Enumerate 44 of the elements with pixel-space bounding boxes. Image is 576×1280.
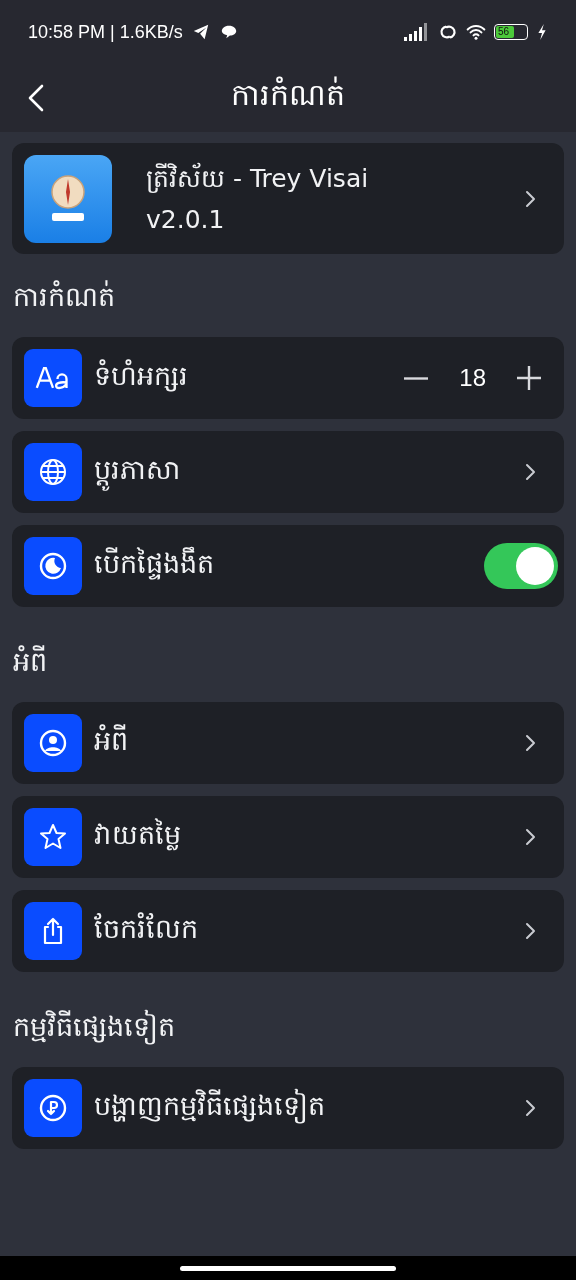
link-loop-icon (438, 23, 458, 41)
plus-icon (516, 365, 542, 391)
row-label: បង្ហាញកម្មវិធីផ្សេងទៀត (94, 1088, 512, 1128)
status-time: 10:58 PM | 1.6KB/s (28, 21, 183, 43)
row-label: ទំហំអក្សរ (94, 358, 189, 394)
chevron-right-icon (524, 921, 536, 941)
settings-row[interactable]: បង្ហាញកម្មវិធីផ្សេងទៀត (12, 1067, 564, 1149)
font-size-value: 18 (459, 364, 486, 392)
row-label: ប្តូរភាសា (94, 452, 512, 492)
share-icon (24, 902, 82, 960)
row-label: បើកផ្ទៃងងឹត (94, 546, 215, 582)
signal-icon (404, 23, 430, 41)
circle-download-icon (24, 1079, 82, 1137)
chevron-right-icon (524, 462, 536, 482)
settings-row[interactable]: ប្តូរភាសា (12, 431, 564, 513)
app-logo-icon (24, 154, 112, 243)
app-version: v2.0.1 (146, 205, 226, 234)
text-size-icon (24, 349, 82, 407)
row-label: អំពី (94, 723, 129, 758)
chevron-right-icon (524, 827, 536, 847)
increase-button[interactable] (516, 365, 542, 391)
battery-level: 56 (498, 27, 510, 37)
chevron-right-icon (524, 733, 536, 753)
page-title: ការកំណត់ (230, 76, 346, 114)
app-card[interactable]: ត្រីវិស័យ - Trey Visai v2.0.1 (12, 143, 564, 254)
section-heading: ការកំណត់ (12, 279, 116, 314)
settings-row[interactable]: អំពី (12, 702, 564, 784)
section-heading: កម្មវិធីផ្សេងទៀត (12, 984, 564, 1067)
minus-icon (403, 376, 430, 380)
app-name: ត្រីវិស័យ - Trey Visai (146, 163, 370, 195)
chevron-right-icon (524, 188, 536, 209)
charging-bolt-icon (536, 23, 548, 41)
toggle-switch[interactable] (484, 543, 558, 589)
globe-icon (24, 443, 82, 501)
settings-row[interactable]: ចែករំលែក (12, 890, 564, 972)
section-heading: អំពី (12, 644, 48, 679)
row-label: ចែករំលែក (94, 911, 199, 946)
row-label: វាយតម្លៃ (94, 817, 182, 853)
wifi-icon (466, 23, 486, 41)
person-icon (24, 714, 82, 772)
chevron-right-icon (524, 1098, 536, 1118)
moon-icon (24, 537, 82, 595)
home-indicator[interactable] (180, 1265, 396, 1271)
settings-row[interactable]: វាយតម្លៃ (12, 796, 564, 878)
